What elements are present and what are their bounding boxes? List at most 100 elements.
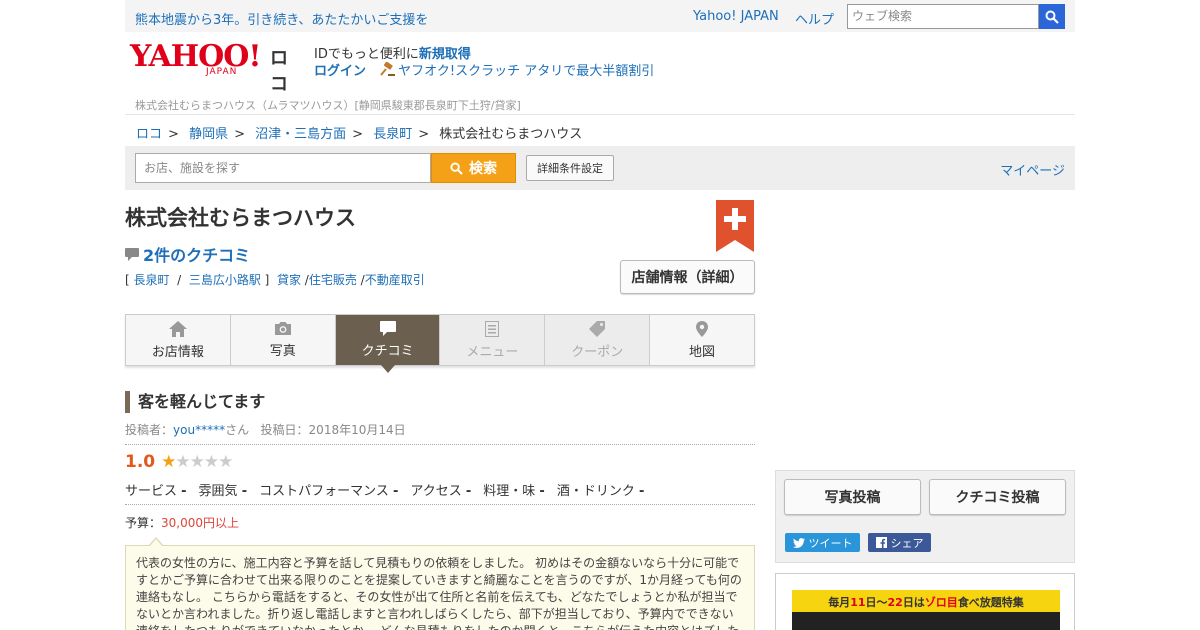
breadcrumb-nagaizumi[interactable]: 長泉町 xyxy=(373,127,412,142)
tab-menu: メニュー xyxy=(440,315,546,365)
yahoo-logo-text: YAHOO! xyxy=(130,39,262,74)
category-link[interactable]: 貸家 xyxy=(277,273,301,287)
review-post-button[interactable]: クチコミ投稿 xyxy=(929,479,1066,515)
sub-score-value: - xyxy=(181,484,187,499)
tag-icon xyxy=(589,320,606,337)
web-search-input[interactable]: ウェブ検索 xyxy=(847,4,1039,29)
store-search-button[interactable]: 検索 xyxy=(431,153,516,183)
tab-label: クーポン xyxy=(571,344,624,360)
comment-icon xyxy=(379,321,396,336)
sub-score-value: - xyxy=(465,484,472,499)
tweet-label: ツイート xyxy=(808,536,853,550)
sub-score-value: - xyxy=(539,484,545,499)
star-icon: ★ xyxy=(161,452,176,472)
comment-icon xyxy=(125,248,139,261)
tabehoudai-banner[interactable]: 毎月11日～22日はゾロ目食べ放題特集 xyxy=(792,590,1060,630)
search-icon xyxy=(1045,10,1059,24)
breadcrumb-separator: > xyxy=(352,127,364,142)
star-icon: ★ xyxy=(218,452,233,472)
scratch-promo-link[interactable]: ヤフオク!スクラッチ アタリで最大半額割引 xyxy=(380,61,655,79)
post-date: 投稿日：2018年10月14日 xyxy=(260,423,406,437)
store-info-detail-button[interactable]: 店舗情報（詳細） xyxy=(620,260,755,294)
pin-icon xyxy=(696,320,709,337)
banner-image-area xyxy=(792,612,1060,630)
store-tabs: お店情報 写真 クチコミ メニュー クーポン 地図 xyxy=(125,314,755,373)
ad-box: 毎月11日～22日はゾロ目食べ放題特集 xyxy=(775,573,1075,630)
star-icon: ★ xyxy=(189,452,205,472)
loco-service-name: ロコ xyxy=(270,48,288,95)
scratch-promo-text: ヤフオク!スクラッチ アタリで最大半額割引 xyxy=(398,64,655,79)
score-number: 1.0 xyxy=(125,452,156,472)
tweet-button[interactable]: ツイート xyxy=(785,533,860,552)
sub-scores: サービス - 雰囲気 - コストパフォーマンス - アクセス - 料理・味 - 酒・ドリン… xyxy=(125,480,644,499)
breadcrumb-loco[interactable]: ロコ xyxy=(136,127,162,142)
tab-photos[interactable]: 写真 xyxy=(231,315,336,365)
review-body-pointer-fill xyxy=(149,539,163,547)
tab-label: メニュー xyxy=(466,344,519,360)
home-icon xyxy=(168,320,187,337)
category-link[interactable]: 不動産取引 xyxy=(365,273,425,287)
sub-score: 料理・味 - xyxy=(483,480,545,499)
store-search-input[interactable]: お店、施設を探す xyxy=(135,153,431,183)
breadcrumb-separator: > xyxy=(168,127,179,142)
yahoo-loco-logo[interactable]: YAHOO! JAPAN ロコ xyxy=(130,39,288,96)
poster-label: 投稿者： xyxy=(125,423,174,437)
gavel-icon xyxy=(380,61,396,76)
tab-store-info[interactable]: お店情報 xyxy=(126,315,231,365)
sub-score-label: 雰囲気 xyxy=(198,484,242,499)
sub-score-label: 酒・ドリンク xyxy=(556,484,639,499)
poster-link[interactable]: you***** xyxy=(173,423,225,437)
search-icon xyxy=(450,161,463,175)
tab-map[interactable]: 地図 xyxy=(650,315,754,365)
active-tab-arrow xyxy=(380,365,395,373)
login-link[interactable]: ログイン xyxy=(314,64,366,79)
login-line: ログイン ヤフオク!スクラッチ アタリで最大半額割引 xyxy=(314,60,654,79)
web-search-button[interactable] xyxy=(1039,4,1065,29)
facebook-share-button[interactable]: シェア xyxy=(868,533,931,552)
star-icon: ★ xyxy=(203,452,219,472)
yahoo-japan-link[interactable]: Yahoo! JAPAN xyxy=(693,9,779,24)
breadcrumb-shizuoka[interactable]: 静岡県 xyxy=(189,127,228,142)
detail-conditions-button[interactable]: 詳細条件設定 xyxy=(526,155,614,181)
sub-score: アクセス - xyxy=(410,480,471,499)
sub-score-value: - xyxy=(241,484,248,499)
breadcrumb-separator: > xyxy=(234,127,245,142)
banner-text: 毎月11日～22日はゾロ目食べ放題特集 xyxy=(828,596,1024,609)
review-meta: 投稿者：you*****さん 投稿日：2018年10月14日 xyxy=(125,421,406,438)
tab-label: 地図 xyxy=(689,344,716,360)
review-count-link[interactable]: 2件のクチコミ xyxy=(125,242,250,266)
store-tags: [ 長泉町 / 三島広小路駅 ] 貸家 /住宅販売 /不動産取引 xyxy=(125,273,425,287)
breadcrumb: ロコ > 静岡県 > 沼津・三島方面 > 長泉町 > 株式会社むらまつハウス xyxy=(136,123,586,142)
sub-score: 酒・ドリンク - xyxy=(557,480,645,499)
dotted-divider xyxy=(125,504,755,505)
photo-post-button[interactable]: 写真投稿 xyxy=(784,479,921,515)
search-bar: お店、施設を探す 検索 詳細条件設定 マイページ xyxy=(125,146,1075,190)
bookmark-add-button[interactable] xyxy=(716,200,754,252)
breadcrumb-numazu-mishima[interactable]: 沼津・三島方面 xyxy=(255,127,346,142)
review-count-text: 2件のクチコミ xyxy=(143,246,251,265)
search-button-label: 検索 xyxy=(469,161,497,177)
tab-label: クチコミ xyxy=(361,344,414,359)
star-rating: ★★★★★ xyxy=(161,452,233,472)
help-link[interactable]: ヘルプ xyxy=(795,9,834,28)
station-link[interactable]: 三島広小路駅 xyxy=(189,273,261,287)
sub-score-value: - xyxy=(392,484,399,499)
sub-score-label: コストパフォーマンス xyxy=(259,484,393,499)
sub-score-label: アクセス xyxy=(410,484,466,499)
sub-score: 雰囲気 - xyxy=(199,480,248,499)
share-label: シェア xyxy=(890,536,924,550)
dotted-divider xyxy=(125,444,755,445)
category-link[interactable]: 住宅販売 xyxy=(309,273,357,287)
review-score: 1.0 ★★★★★ xyxy=(125,452,233,472)
tab-reviews[interactable]: クチコミ xyxy=(335,315,441,373)
budget-label: 予算： xyxy=(125,516,162,530)
sub-score-label: 料理・味 xyxy=(483,484,540,499)
review-body: 代表の女性の方に、施工内容と予算を話して見積もりの依頼をしました。 初めはその金… xyxy=(125,545,755,630)
mypage-link[interactable]: マイページ xyxy=(1000,160,1065,179)
sub-score: コストパフォーマンス - xyxy=(259,480,398,499)
header-divider xyxy=(125,114,1075,115)
kumamoto-notice-link[interactable]: 熊本地震から3年。引き続き、あたたかいご支援を xyxy=(135,9,428,28)
store-name: 株式会社むらまつハウス xyxy=(125,206,356,230)
area-link[interactable]: 長泉町 xyxy=(134,273,170,287)
menu-icon xyxy=(485,320,500,337)
